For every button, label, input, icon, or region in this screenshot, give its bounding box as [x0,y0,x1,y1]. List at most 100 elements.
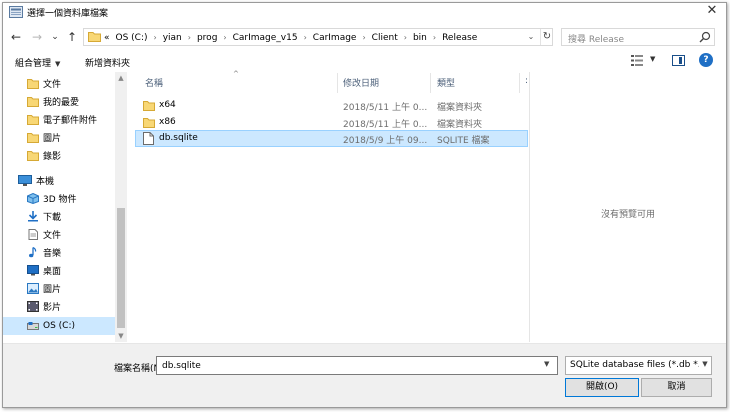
column-header-size[interactable]: : [525,76,528,86]
window-title: 選擇一個資料庫檔案 [27,9,109,19]
file-date: 2018/5/11 上午 0... [343,103,428,113]
sidebar-item-videos[interactable]: 影片 [3,297,116,315]
sidebar-item-label: 圖片 [43,133,62,144]
chevron-down-icon: ▼ [699,360,711,368]
navigation-pane: 文件 我的最愛 電子郵件附件 圖片 錄影 本機 3D 物件 下載 文件 音樂 桌… [3,72,127,342]
forward-button[interactable]: → [30,30,44,44]
sort-ascending-icon: ^ [233,70,239,78]
refresh-icon[interactable]: ↻ [540,29,553,45]
sidebar-item-recordings[interactable]: 錄影 [3,146,116,164]
breadcrumb-separator: › [303,33,307,42]
sidebar-item-favorites[interactable]: 我的最愛 [3,92,116,110]
folder-icon [143,118,155,128]
database-icon [9,6,23,18]
sidebar-item-label: 影片 [43,302,62,313]
sidebar-item-music[interactable]: 音樂 [3,243,116,261]
sidebar-item-label: 音樂 [43,248,62,259]
close-icon[interactable]: ✕ [702,2,722,20]
breadcrumb-release[interactable]: Release [442,33,477,43]
search-icon [699,31,711,43]
column-header-date[interactable]: 修改日期 [343,76,379,89]
help-icon[interactable]: ? [699,53,713,67]
preview-pane-icon[interactable] [672,55,685,66]
column-header-type[interactable]: 類型 [437,76,455,89]
view-options-icon[interactable] [631,55,643,66]
up-button[interactable]: ↑ [65,30,79,44]
file-date: 2018/5/11 上午 0... [343,120,428,130]
organize-label: 組合管理 [15,59,52,69]
column-header-name[interactable]: 名稱 [145,76,163,89]
file-type: 檔案資料夾 [437,103,483,113]
music-icon [29,246,37,257]
breadcrumb-carimage[interactable]: CarImage [313,33,357,43]
filename-input[interactable] [157,357,537,374]
file-name: db.sqlite [159,133,198,143]
filename-dropdown-icon[interactable]: ▼ [544,360,549,368]
column-divider[interactable] [519,73,520,93]
file-row-x86[interactable]: x86 2018/5/11 上午 0... 檔案資料夾 [135,114,528,131]
scroll-up-icon[interactable]: ▲ [115,72,127,84]
sidebar-item-email-attachments[interactable]: 電子郵件附件 [3,110,116,128]
filename-field[interactable] [156,356,558,375]
new-folder-button[interactable]: 新增資料夾 [85,56,130,69]
sidebar-item-label: 桌面 [43,266,62,277]
breadcrumb-os-c[interactable]: OS (C:) [116,33,148,43]
documents-icon [28,228,38,240]
breadcrumb-prog[interactable]: prog [197,33,217,43]
chevron-down-icon[interactable]: ⌄ [524,30,538,44]
sidebar-item-documents-quick[interactable]: 文件 [3,74,116,92]
breadcrumb-separator: › [223,33,227,42]
cancel-button[interactable]: 取消 [641,378,712,397]
organize-button[interactable]: 組合管理 ▼ [15,56,60,69]
back-button[interactable]: ← [9,30,23,44]
breadcrumb-separator: › [432,33,437,42]
sidebar-item-this-pc[interactable]: 本機 [3,171,116,189]
computer-icon [18,174,32,186]
breadcrumb-client[interactable]: Client [372,33,398,43]
sidebar-item-downloads[interactable]: 下載 [3,207,116,225]
preview-message: 沒有預覽可用 [600,210,655,220]
sidebar-item-documents[interactable]: 文件 [3,225,116,243]
sidebar-item-label: 文件 [43,230,62,241]
column-divider[interactable] [337,73,338,93]
sidebar-item-label: 本機 [36,176,55,187]
folder-icon [27,78,39,89]
videos-icon [27,300,39,312]
search-input[interactable]: 搜尋 Release [561,28,715,46]
desktop-icon [27,264,39,275]
sidebar-item-desktop[interactable]: 桌面 [3,261,116,279]
sidebar-item-3d-objects[interactable]: 3D 物件 [3,189,116,207]
folder-icon [27,132,39,143]
breadcrumb-overflow[interactable]: « [104,33,110,43]
pictures-icon [27,282,39,294]
sidebar-item-label: 下載 [43,212,62,223]
recent-locations-button[interactable]: ⌄ [48,30,62,44]
breadcrumb-carimage-v15[interactable]: CarImage_v15 [233,33,298,43]
breadcrumb: « OS (C:) › yian › prog › CarImage_v15 ›… [104,31,477,44]
sidebar-item-pictures[interactable]: 圖片 [3,279,116,297]
file-row-x64[interactable]: x64 2018/5/11 上午 0... 檔案資料夾 [135,97,528,114]
address-bar[interactable]: « OS (C:) › yian › prog › CarImage_v15 ›… [83,28,553,46]
sidebar-item-label: 錄影 [43,151,62,162]
breadcrumb-bin[interactable]: bin [413,33,427,43]
folder-icon [27,96,39,107]
sidebar-item-label: 3D 物件 [43,194,77,205]
view-caret-icon[interactable]: ▼ [650,55,655,63]
file-icon [143,132,154,145]
sidebar-item-pictures-quick[interactable]: 圖片 [3,128,116,146]
sidebar-item-network[interactable]: 網路 [3,340,116,342]
scrollbar-thumb[interactable] [117,208,125,328]
sidebar-item-label: 我的最愛 [43,97,80,108]
file-row-db-sqlite[interactable]: db.sqlite 2018/5/9 上午 09... SQLITE 檔案 [135,130,528,147]
title-bar [3,3,726,25]
file-type-value: SQLite database files (*.db *.s [570,360,706,370]
file-name: x86 [159,117,176,127]
breadcrumb-yian[interactable]: yian [163,33,182,43]
sidebar-scrollbar[interactable]: ▲ ▼ [115,72,127,342]
sidebar-item-label: 電子郵件附件 [43,115,98,126]
file-type-select[interactable]: SQLite database files (*.db *.s ▼ [565,356,712,375]
sidebar-item-os-c[interactable]: OS (C:) [3,317,116,335]
column-divider[interactable] [430,73,431,93]
scroll-down-icon[interactable]: ▼ [115,330,127,342]
open-button[interactable]: 開啟(O) [565,378,639,397]
